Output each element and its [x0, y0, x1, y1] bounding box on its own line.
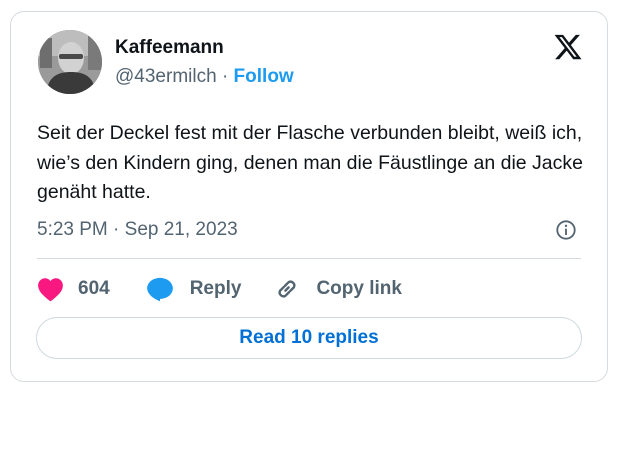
link-icon — [278, 280, 296, 298]
avatar[interactable] — [38, 30, 102, 94]
tweet-time: 5:23 PM — [37, 219, 108, 240]
display-name[interactable]: Kaffeemann — [115, 37, 224, 59]
handle-line: @43ermilch · Follow — [115, 66, 294, 88]
heart-icon — [38, 277, 63, 301]
like-button[interactable]: 604 — [37, 277, 110, 302]
follow-link[interactable]: Follow — [234, 66, 294, 87]
tweet-timestamp[interactable]: 5:23 PM · Sep 21, 2023 — [37, 219, 238, 241]
avatar-photo — [38, 30, 102, 94]
copy-link-button[interactable]: Copy link — [274, 276, 402, 302]
x-logo-icon[interactable] — [553, 32, 583, 62]
reply-label: Reply — [189, 278, 242, 299]
info-icon[interactable] — [555, 219, 577, 241]
timestamp-separator: · — [113, 219, 120, 240]
user-handle[interactable]: @43ermilch — [115, 66, 217, 87]
reply-button[interactable]: Reply — [146, 276, 242, 302]
like-count: 604 — [78, 278, 110, 299]
tweet-date: Sep 21, 2023 — [124, 219, 238, 240]
reply-bubble-icon — [146, 277, 173, 302]
read-replies-button[interactable]: Read 10 replies — [36, 317, 582, 359]
tweet-text: Seit der Deckel fest mit der Flasche ver… — [37, 122, 583, 203]
tweet-card: Kaffeemann @43ermilch · Follow Seit der … — [10, 11, 608, 382]
action-bar: 604 Reply Copy link — [37, 274, 402, 304]
handle-separator: · — [221, 66, 229, 87]
copy-link-label: Copy link — [316, 278, 402, 299]
divider — [37, 258, 581, 259]
